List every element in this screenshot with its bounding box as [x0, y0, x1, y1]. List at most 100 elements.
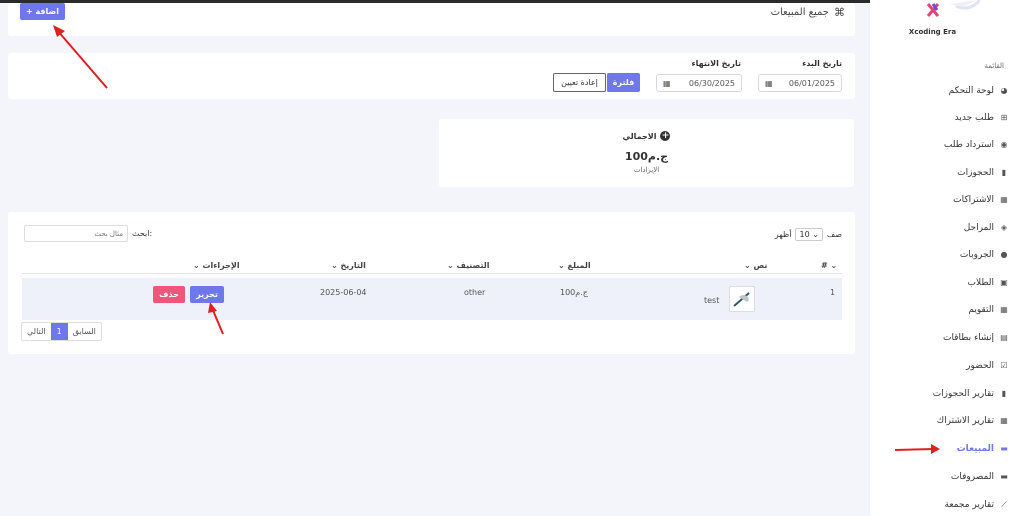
- sidebar-item-attendance[interactable]: الحضور ☑: [966, 361, 1008, 371]
- calendar-icon: ▦: [1000, 195, 1008, 204]
- id-card-icon: ▤: [1000, 333, 1008, 342]
- annotation-arrow-sales: [894, 444, 940, 454]
- money-icon: ▬: [1000, 472, 1008, 481]
- rows-label: صف: [826, 230, 842, 239]
- sidebar-item-stages[interactable]: المراحل ◈: [964, 223, 1008, 233]
- sidebar-item-label: المصروفات: [950, 472, 994, 482]
- sidebar-item-label: التقويم: [968, 305, 994, 315]
- add-button[interactable]: + اضافة: [20, 3, 65, 20]
- header-card: + اضافة جميع المبيعات ⌘: [8, 3, 855, 36]
- pagination: التالي 1 السابق: [21, 322, 102, 341]
- layers-icon: ◈: [1000, 223, 1008, 232]
- row-amount: ج.م100: [560, 288, 588, 297]
- end-date-label: تاريخ الانتهاء: [691, 59, 741, 68]
- end-date-value: 06/30/2025: [688, 78, 735, 88]
- row-thumbnail[interactable]: [729, 286, 755, 312]
- command-icon: ⌘: [834, 6, 845, 19]
- start-date-label: تاريخ البدء: [802, 59, 842, 68]
- summary-title-text: الاجمالي: [622, 131, 657, 141]
- return-icon: ◉: [1000, 140, 1008, 149]
- sidebar-item-label: الحضور: [966, 361, 994, 371]
- column-header-category[interactable]: ⌄ التصنيف: [447, 261, 489, 270]
- annotation-arrow-add: [53, 25, 108, 89]
- sidebar-item-bookings[interactable]: الحجوزات ▮: [957, 168, 1008, 178]
- calendar-icon: ▦: [663, 78, 671, 88]
- image-icon: [733, 292, 750, 307]
- sidebar-item-students[interactable]: الطلاب ▣: [968, 278, 1008, 288]
- brand-logo: [920, 0, 982, 22]
- book-icon: ▮: [1001, 168, 1007, 177]
- sidebar-item-label: المبيعات: [956, 444, 994, 454]
- sidebar: Xcoding Era القائمة لوحة التحكم ◕ طلب جدي…: [870, 0, 1024, 516]
- filter-card: تاريخ البدء ▦ 06/01/2025 تاريخ الانتهاء …: [8, 53, 855, 99]
- row-date: 2025-06-04: [320, 288, 367, 297]
- table-header-divider: [22, 273, 842, 274]
- sidebar-item-new-order[interactable]: طلب جديد ⊞: [955, 113, 1008, 123]
- sidebar-item-expenses[interactable]: المصروفات ▬: [951, 472, 1008, 482]
- show-label: أظهر: [774, 230, 792, 239]
- book-icon: ▮: [1001, 389, 1007, 398]
- cart-icon: ⊞: [1000, 113, 1008, 122]
- dashboard-icon: ◕: [1000, 86, 1008, 95]
- student-icon: ▣: [1000, 278, 1008, 287]
- page-title: جميع المبيعات ⌘: [771, 6, 845, 19]
- sidebar-item-label: تقارير الحجوزات: [932, 389, 994, 399]
- filter-button[interactable]: فلترة: [607, 73, 640, 92]
- sidebar-item-refund[interactable]: استرداد طلب ◉: [944, 140, 1008, 150]
- sidebar-item-subscriptions[interactable]: الاشتراكات ▦: [953, 195, 1008, 205]
- summary-amount: ج.م100: [624, 150, 669, 163]
- sidebar-item-booking-reports[interactable]: تقارير الحجوزات ▮: [933, 389, 1008, 399]
- column-header-number[interactable]: # ⌄: [821, 261, 837, 270]
- column-header-date[interactable]: ⌄ التاريخ: [331, 261, 366, 270]
- page-length-control: أظهر 10 ⌄ صف: [775, 228, 842, 241]
- chart-icon: ⟋: [1001, 500, 1007, 509]
- sidebar-item-create-cards[interactable]: إنشاء بطاقات ▤: [943, 333, 1008, 343]
- brand-name: Xcoding Era: [908, 28, 957, 36]
- sidebar-item-subscription-reports[interactable]: تقارير الاشتراك ▦: [937, 416, 1008, 426]
- start-date-input[interactable]: ▦ 06/01/2025: [758, 74, 842, 92]
- sidebar-item-label: لوحة التحكم: [948, 86, 994, 96]
- plus-circle-icon: +: [660, 131, 671, 141]
- calendar-icon: ▦: [1000, 305, 1008, 314]
- sidebar-item-calendar[interactable]: التقويم ▦: [968, 305, 1008, 315]
- summary-title: الاجمالي +: [439, 131, 854, 141]
- pagination-prev[interactable]: السابق: [67, 323, 101, 340]
- row-text: test: [704, 296, 720, 305]
- money-icon: ▬: [1000, 444, 1008, 453]
- row-category: other: [464, 288, 486, 297]
- search-label: ابحث:: [132, 229, 153, 238]
- calendar-icon: ▦: [765, 78, 773, 88]
- sidebar-item-label: تقارير الاشتراك: [936, 416, 994, 426]
- search-box: ابحث:: [24, 225, 152, 242]
- sidebar-item-label: تقارير مجمعة: [944, 500, 994, 510]
- end-date-input[interactable]: ▦ 06/30/2025: [656, 74, 742, 92]
- search-input[interactable]: [24, 225, 128, 242]
- sidebar-item-label: المراحل: [963, 223, 994, 233]
- sidebar-item-label: استرداد طلب: [943, 140, 994, 150]
- summary-caption: الإيرادات: [633, 166, 660, 174]
- sidebar-item-sales[interactable]: المبيعات ▬: [957, 444, 1008, 454]
- calendar-icon: ▦: [1000, 416, 1008, 425]
- column-header-actions[interactable]: ⌄ الإجراءات: [193, 261, 240, 270]
- annotation-arrow-edit: [208, 302, 224, 335]
- users-icon: ●: [1000, 250, 1008, 259]
- column-header-text[interactable]: ⌄ نص: [744, 261, 767, 270]
- sidebar-item-groups[interactable]: الجروبات ●: [960, 250, 1008, 260]
- per-page-select[interactable]: 10 ⌄: [795, 228, 823, 241]
- pagination-next[interactable]: التالي: [22, 323, 51, 340]
- page-title-text: جميع المبيعات: [770, 7, 829, 18]
- pagination-page-1[interactable]: 1: [50, 323, 68, 340]
- sidebar-item-label: إنشاء بطاقات: [942, 333, 994, 343]
- per-page-value: 10: [799, 230, 810, 239]
- sidebar-item-label: طلب جديد: [954, 113, 994, 123]
- row-number: 1: [830, 288, 836, 297]
- sidebar-item-combined-reports[interactable]: تقارير مجمعة ⟋: [945, 500, 1008, 510]
- reset-button[interactable]: إعادة تعيين: [553, 73, 606, 92]
- sidebar-item-label: الطلاب: [967, 278, 994, 288]
- sidebar-item-dashboard[interactable]: لوحة التحكم ◕: [949, 86, 1008, 96]
- column-header-amount[interactable]: ⌄ المبلغ: [558, 261, 591, 270]
- check-calendar-icon: ☑: [1000, 361, 1008, 370]
- delete-button[interactable]: حذف: [153, 286, 185, 303]
- summary-card: الاجمالي + ج.م100 الإيرادات: [439, 119, 854, 187]
- sidebar-item-label: الاشتراكات: [953, 195, 994, 205]
